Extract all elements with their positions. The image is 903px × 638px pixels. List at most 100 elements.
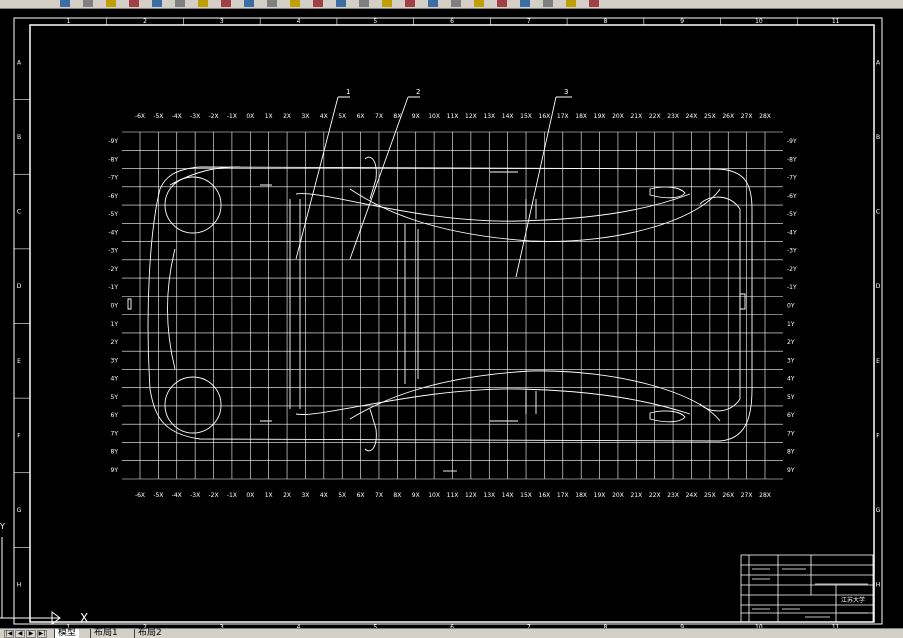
frame-row-label: B	[17, 134, 21, 141]
frame-col-label: 11	[832, 18, 840, 25]
frame-col-label: 3	[220, 18, 224, 25]
copy-icon[interactable]	[175, 0, 185, 7]
ucs-x-label: X	[80, 611, 88, 625]
y-tick-label: 9Y	[787, 467, 795, 474]
save-icon[interactable]	[83, 0, 93, 7]
x-tick-label: 27X	[741, 492, 753, 499]
y-tick-label: 3Y	[111, 357, 119, 364]
x-tick-label: 7X	[375, 113, 383, 120]
x-tick-label: -6X	[135, 492, 145, 499]
x-tick-label: -5X	[153, 492, 163, 499]
design-center-icon[interactable]	[405, 0, 415, 7]
frame-row-label: H	[876, 582, 881, 589]
y-tick-label: 2Y	[111, 339, 119, 346]
x-tick-label: 22X	[649, 113, 661, 120]
standard-toolbar	[0, 0, 903, 9]
frame-row-label: G	[876, 507, 881, 514]
x-tick-label: -4X	[172, 113, 182, 120]
x-tick-label: 16X	[539, 492, 551, 499]
print-icon[interactable]	[106, 0, 116, 7]
x-tick-label: 10X	[428, 492, 440, 499]
pan-icon[interactable]	[290, 0, 300, 7]
x-tick-label: 20X	[612, 113, 624, 120]
coordinate-grid	[122, 131, 783, 480]
ucs-y-label: Y	[0, 522, 5, 531]
x-tick-label: 9X	[412, 113, 420, 120]
x-tick-label: 11X	[447, 113, 459, 120]
y-tick-label: -5Y	[787, 211, 797, 218]
open-icon[interactable]	[60, 0, 70, 7]
y-tick-label: 5Y	[111, 394, 119, 401]
x-tick-label: 13X	[483, 113, 495, 120]
x-tick-label: 24X	[686, 113, 698, 120]
x-tick-label: -1X	[227, 113, 237, 120]
properties-icon[interactable]	[382, 0, 392, 7]
x-tick-label: 5X	[338, 113, 346, 120]
x-tick-label: 19X	[594, 113, 606, 120]
match-icon[interactable]	[221, 0, 231, 7]
cut-icon[interactable]	[152, 0, 162, 7]
frame-row-label: A	[876, 59, 881, 66]
y-tick-label: 0Y	[787, 303, 795, 310]
markup-icon[interactable]	[474, 0, 484, 7]
x-tick-label: 5X	[338, 492, 346, 499]
callout-label-2: 2	[416, 88, 420, 96]
help-icon[interactable]	[520, 0, 530, 7]
y-tick-label: 0Y	[111, 303, 119, 310]
paste-icon[interactable]	[198, 0, 208, 7]
frame-row-label: G	[17, 507, 22, 514]
title-block	[740, 554, 874, 623]
frame-col-label: 5	[373, 18, 377, 25]
frame-column-labels-top: 1 2 3 4 5 6 7 8 9 10 11	[66, 18, 840, 25]
y-tick-label: 4Y	[111, 376, 119, 383]
layer-icon[interactable]	[543, 0, 553, 7]
y-tick-labels-right: -9Y -8Y -7Y -6Y -5Y -4Y -3Y -2Y -1Y 0Y 1Y 2Y 3Y 4Y 5Y 6…	[787, 138, 797, 474]
car-body-grid-drawing: 1 2 3 4 5 6 7 8 9 10 11 1 2 3 4 5 6 7 8 9 10 11 ABCDEFGH ABC…	[0, 17, 883, 628]
frame-col-label: 8	[604, 18, 608, 25]
y-tick-label: -6Y	[787, 193, 797, 200]
x-tick-labels-top: -6X -5X -4X -3X -2X -1X 0X 1X 2X 3X 4X 5X 6X 7X 8X 9X 10…	[135, 113, 771, 120]
frame-col-label: 9	[680, 18, 684, 25]
y-tick-label: -8Y	[108, 156, 118, 163]
y-tick-label: 8Y	[111, 449, 119, 456]
tool-palette-icon[interactable]	[428, 0, 438, 7]
frame-row-label: B	[876, 134, 880, 141]
y-tick-label: 1Y	[787, 321, 795, 328]
x-tick-label: 28X	[759, 492, 771, 499]
color-icon[interactable]	[589, 0, 599, 7]
preview-icon[interactable]	[129, 0, 139, 7]
x-tick-label: 18X	[575, 113, 587, 120]
y-tick-label: -7Y	[787, 175, 797, 182]
y-tick-label: 8Y	[787, 449, 795, 456]
x-tick-label: 27X	[741, 113, 753, 120]
x-tick-label: 15X	[520, 113, 532, 120]
y-tick-label: -2Y	[787, 266, 797, 273]
frame-row-label: A	[17, 59, 22, 66]
zoom-realtime-icon[interactable]	[313, 0, 323, 7]
x-tick-label: 26X	[722, 492, 734, 499]
y-tick-label: -6Y	[108, 193, 118, 200]
layer-state-icon[interactable]	[566, 0, 576, 7]
y-tick-label: 7Y	[111, 430, 119, 437]
x-tick-label: 10X	[428, 113, 440, 120]
zoom-window-icon[interactable]	[336, 0, 346, 7]
model-space-viewport[interactable]: 1 2 3 4 5 6 7 8 9 10 11 1 2 3 4 5 6 7 8 9 10 11 ABCDEFGH ABC…	[0, 9, 903, 628]
redo-icon[interactable]	[267, 0, 277, 7]
undo-icon[interactable]	[244, 0, 254, 7]
frame-col-label: 6	[450, 18, 454, 25]
y-tick-label: -7Y	[108, 175, 118, 182]
frame-row-label: H	[17, 582, 22, 589]
calculator-icon[interactable]	[497, 0, 507, 7]
x-tick-label: 1X	[265, 492, 273, 499]
callout-label-1: 1	[346, 88, 350, 96]
x-tick-label: 21X	[630, 492, 642, 499]
x-tick-label: 8X	[393, 492, 401, 499]
x-tick-label: 6X	[357, 113, 365, 120]
x-tick-label: 6X	[357, 492, 365, 499]
sheet-set-icon[interactable]	[451, 0, 461, 7]
zoom-previous-icon[interactable]	[359, 0, 369, 7]
x-tick-label: 9X	[412, 492, 420, 499]
y-tick-label: 5Y	[787, 394, 795, 401]
title-block-org: 江苏大学	[841, 596, 865, 604]
x-tick-label: -2X	[208, 113, 218, 120]
